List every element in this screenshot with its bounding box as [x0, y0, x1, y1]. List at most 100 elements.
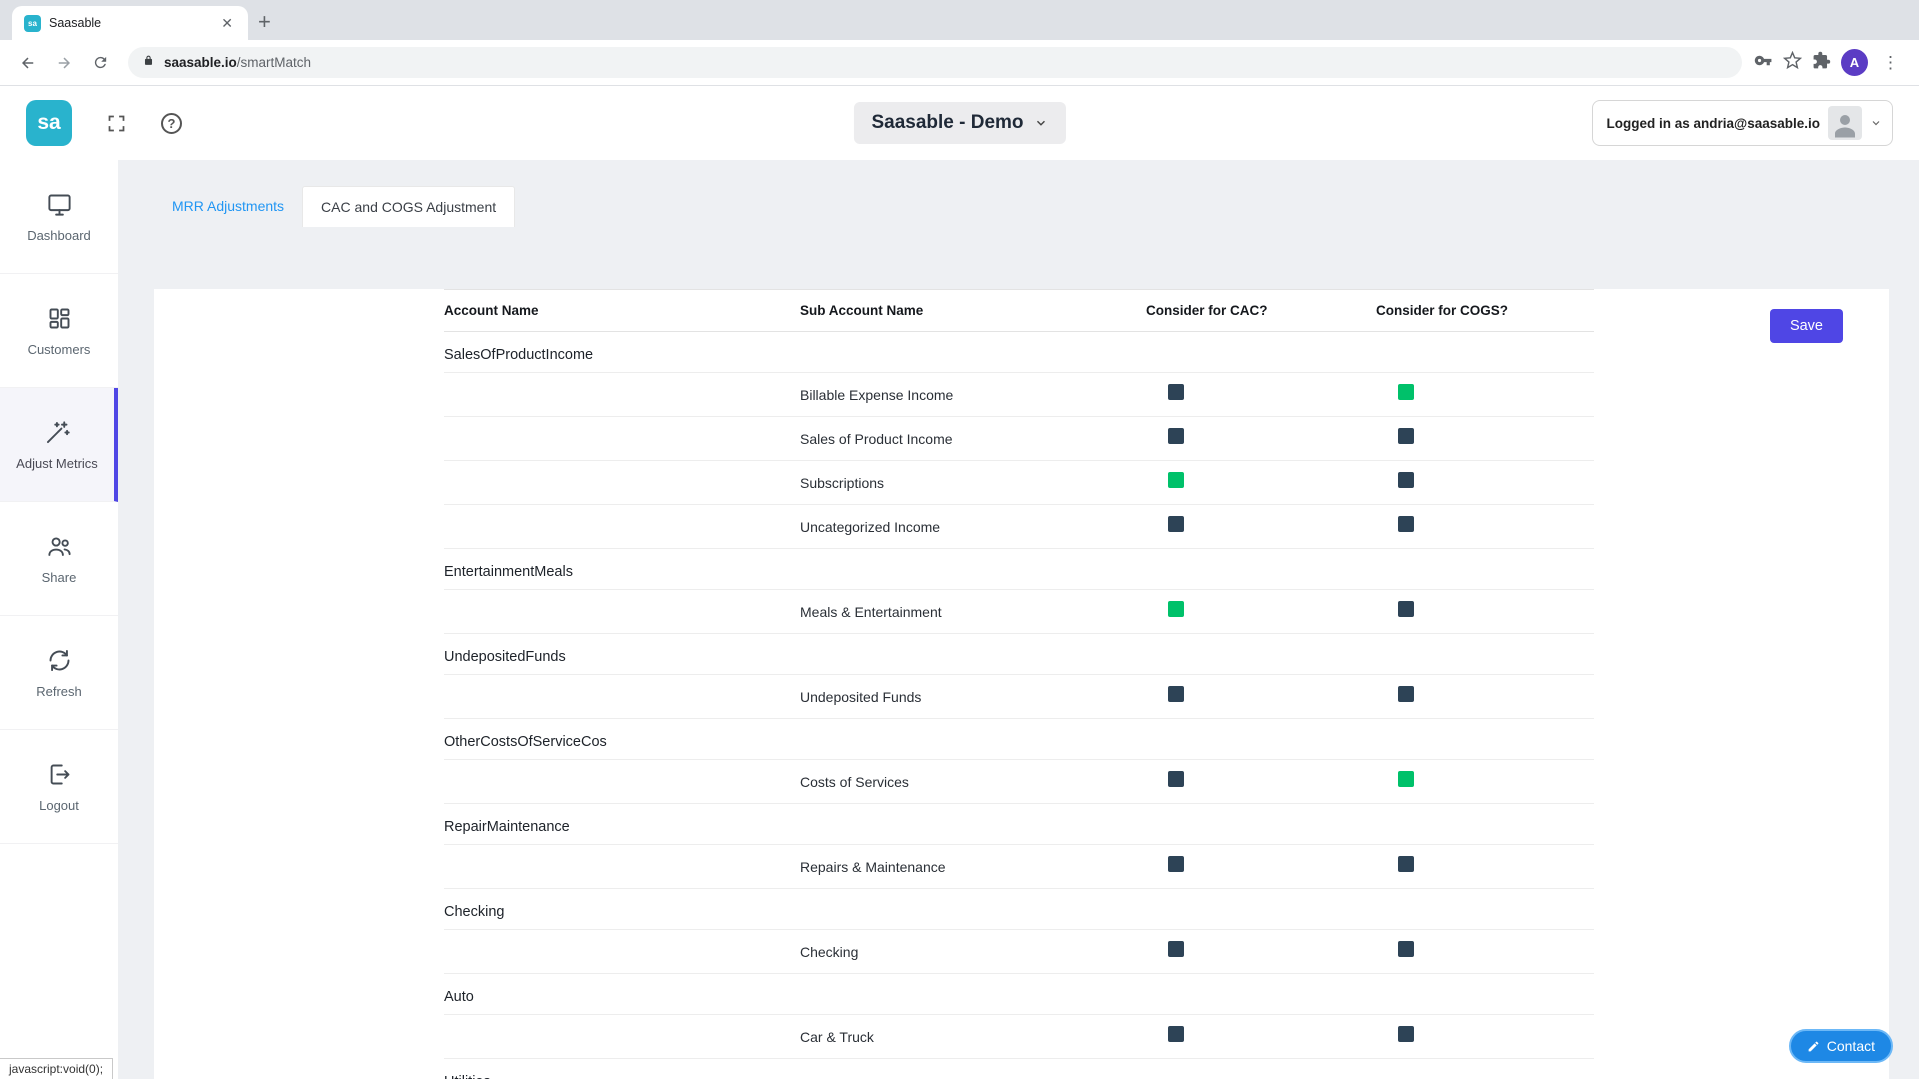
- browser-profile-avatar[interactable]: A: [1841, 49, 1868, 76]
- contact-button-label: Contact: [1826, 1038, 1875, 1054]
- forward-icon[interactable]: [48, 47, 80, 79]
- help-icon[interactable]: ?: [161, 112, 182, 134]
- group-row: EntertainmentMeals: [444, 549, 1594, 590]
- group-row: SalesOfProductIncome: [444, 332, 1594, 373]
- address-bar[interactable]: saasable.io/smartMatch: [128, 47, 1742, 78]
- group-name: Auto: [444, 989, 474, 1005]
- save-button[interactable]: Save: [1769, 309, 1843, 343]
- bookmark-star-icon[interactable]: [1782, 50, 1803, 75]
- cac-checkbox[interactable]: [1168, 771, 1184, 787]
- account-row: Billable Expense Income: [444, 373, 1594, 417]
- back-icon[interactable]: [12, 47, 44, 79]
- group-name: UndepositedFunds: [444, 649, 566, 665]
- sub-account-name: Undeposited Funds: [800, 688, 922, 705]
- browser-tab[interactable]: sa Saasable ✕: [12, 6, 248, 40]
- group-name: Utilities: [444, 1074, 800, 1079]
- app-header: sa ? Saasable - Demo Logged in as andria…: [0, 86, 1919, 160]
- sidebar-item-dashboard[interactable]: Dashboard: [0, 160, 118, 274]
- key-icon[interactable]: [1754, 51, 1773, 75]
- sidebar: Dashboard Customers Adjust Metrics Share…: [0, 160, 118, 1079]
- extensions-icon[interactable]: [1812, 51, 1831, 75]
- group-row: Utilities: [444, 1059, 1594, 1079]
- cogs-checkbox[interactable]: [1398, 384, 1414, 400]
- cogs-checkbox[interactable]: [1398, 686, 1414, 702]
- group-row: UndepositedFunds: [444, 634, 1594, 675]
- accounts-table-rows: SalesOfProductIncome Billable Expense Inc…: [444, 332, 1594, 1079]
- column-header: Consider for CAC?: [1146, 303, 1268, 318]
- sidebar-item-logout[interactable]: Logout: [0, 730, 118, 844]
- contact-button[interactable]: Contact: [1788, 1029, 1893, 1063]
- sidebar-item-share[interactable]: Share: [0, 502, 118, 616]
- sub-account-name: Costs of Services: [800, 773, 909, 790]
- cac-checkbox[interactable]: [1168, 941, 1184, 957]
- group-name: Checking: [444, 904, 505, 920]
- new-tab-button[interactable]: +: [258, 11, 271, 33]
- url-text: saasable.io/smartMatch: [164, 55, 311, 70]
- sub-account-name: Billable Expense Income: [800, 386, 954, 403]
- page-tabs: MRR Adjustments CAC and COGS Adjustment: [154, 186, 1919, 227]
- account-row: Uncategorized Income: [444, 505, 1594, 549]
- main-panel: MRR Adjustments CAC and COGS Adjustment …: [118, 160, 1919, 1079]
- sidebar-item-refresh[interactable]: Refresh: [0, 616, 118, 730]
- cac-checkbox[interactable]: [1168, 601, 1184, 617]
- user-avatar: [1828, 106, 1862, 140]
- cogs-checkbox[interactable]: [1398, 771, 1414, 787]
- sidebar-item-label: Dashboard: [27, 227, 91, 243]
- tab-close-icon[interactable]: ✕: [218, 15, 236, 32]
- toolbar-right-icons: A ⋮: [1754, 49, 1907, 76]
- table-header-row: Account Name Sub Account Name Consider f…: [444, 289, 1594, 332]
- sidebar-item-label: Share: [41, 569, 77, 585]
- group-row: RepairMaintenance: [444, 804, 1594, 845]
- cogs-checkbox[interactable]: [1398, 428, 1414, 444]
- group-name: SalesOfProductIncome: [444, 347, 594, 363]
- cogs-checkbox[interactable]: [1398, 1026, 1414, 1042]
- cogs-checkbox[interactable]: [1398, 601, 1414, 617]
- group-row: Checking: [444, 889, 1594, 930]
- accounts-table: Account Name Sub Account Name Consider f…: [444, 289, 1594, 1079]
- column-header: Sub Account Name: [800, 303, 924, 318]
- sidebar-item-customers[interactable]: Customers: [0, 274, 118, 388]
- chevron-down-icon: [1870, 117, 1882, 129]
- sub-account-name: Repairs & Maintenance: [800, 858, 946, 875]
- lock-icon[interactable]: [142, 54, 155, 72]
- cac-checkbox[interactable]: [1168, 1026, 1184, 1042]
- browser-tab-title: Saasable: [49, 16, 102, 30]
- tab-mrr-adjustments[interactable]: MRR Adjustments: [154, 186, 302, 227]
- sub-account-name: Sales of Product Income: [800, 430, 953, 447]
- content-area: Dashboard Customers Adjust Metrics Share…: [0, 160, 1919, 1079]
- cac-checkbox[interactable]: [1168, 384, 1184, 400]
- tab-cac-cogs-adjustment[interactable]: CAC and COGS Adjustment: [302, 186, 516, 227]
- magic-wand-icon: [44, 419, 71, 446]
- cogs-checkbox[interactable]: [1398, 472, 1414, 488]
- cac-checkbox[interactable]: [1168, 428, 1184, 444]
- fullscreen-icon[interactable]: [106, 113, 127, 134]
- cac-checkbox[interactable]: [1168, 472, 1184, 488]
- browser-tabstrip: sa Saasable ✕ +: [0, 0, 1919, 40]
- refresh-icon: [46, 647, 73, 674]
- browser-menu-icon[interactable]: ⋮: [1878, 53, 1903, 73]
- account-menu[interactable]: Logged in as andria@saasable.io: [1591, 100, 1893, 146]
- group-row: OtherCostsOfServiceCos: [444, 719, 1594, 760]
- adjustment-card: Save Account Name Sub Account Name Consi…: [154, 289, 1889, 1079]
- cogs-checkbox[interactable]: [1398, 516, 1414, 532]
- reload-icon[interactable]: [84, 47, 116, 79]
- account-row: Meals & Entertainment: [444, 590, 1594, 634]
- cac-checkbox[interactable]: [1168, 856, 1184, 872]
- sidebar-item-label: Adjust Metrics: [16, 455, 98, 471]
- cac-checkbox[interactable]: [1168, 686, 1184, 702]
- logout-icon: [46, 761, 73, 788]
- cogs-checkbox[interactable]: [1398, 856, 1414, 872]
- group-name: RepairMaintenance: [444, 819, 570, 835]
- login-status: Logged in as andria@saasable.io: [1606, 115, 1820, 131]
- monitor-icon: [46, 191, 73, 218]
- account-row: Repairs & Maintenance: [444, 845, 1594, 889]
- org-selector[interactable]: Saasable - Demo: [853, 102, 1066, 144]
- sidebar-item-adjust-metrics[interactable]: Adjust Metrics: [0, 388, 118, 502]
- app-logo[interactable]: sa: [26, 100, 72, 146]
- cac-checkbox[interactable]: [1168, 516, 1184, 532]
- column-header: Consider for COGS?: [1376, 303, 1509, 318]
- browser-toolbar: saasable.io/smartMatch A ⋮: [0, 40, 1919, 86]
- sidebar-item-label: Customers: [27, 341, 91, 357]
- cogs-checkbox[interactable]: [1398, 941, 1414, 957]
- group-name: EntertainmentMeals: [444, 564, 573, 580]
